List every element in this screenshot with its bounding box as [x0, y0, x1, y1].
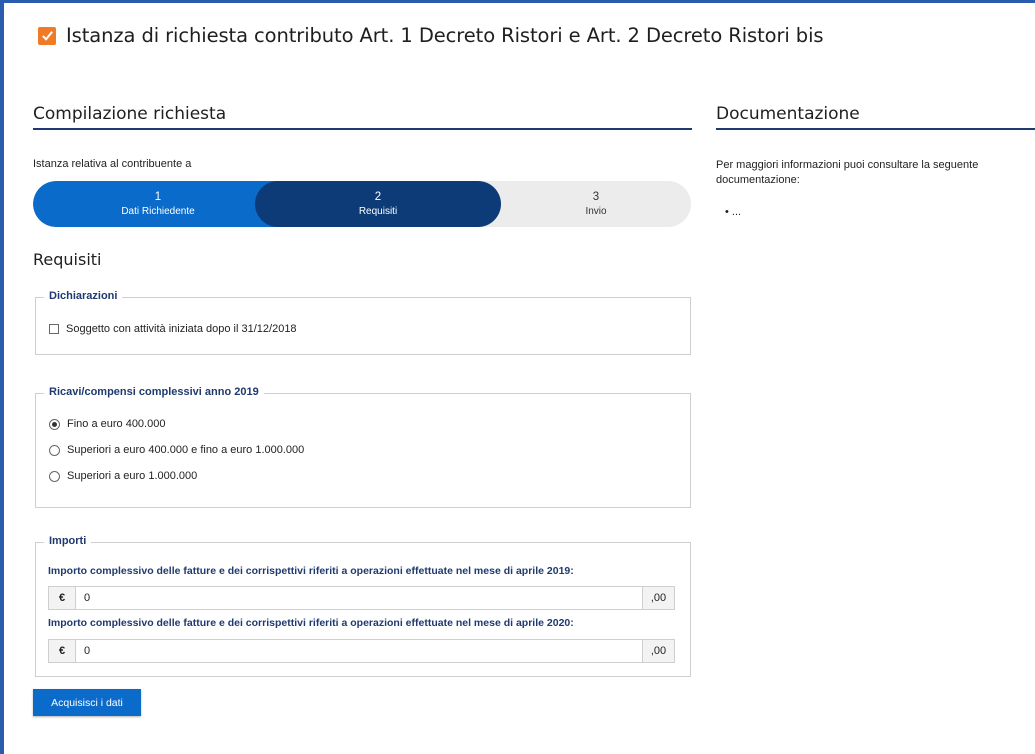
documentazione-text: Per maggiori informazioni puoi consultar… [716, 159, 979, 186]
documentazione-divider [716, 128, 1035, 130]
bullet-icon: • [725, 206, 732, 218]
step-number: 2 [374, 191, 382, 203]
importi-fieldset: Importi Importo complessivo delle fattur… [35, 535, 691, 677]
step-dati-richiedente[interactable]: 1 Dati Richiedente [33, 181, 283, 227]
documentazione-list-item[interactable]: • ... [725, 206, 741, 218]
importo-2020-input[interactable] [76, 640, 642, 662]
page-header: Istanza di richiesta contributo Art. 1 D… [38, 24, 824, 47]
ricavi-fieldset: Ricavi/compensi complessivi anno 2019 Fi… [35, 386, 691, 508]
dichiarazioni-fieldset: Dichiarazioni Soggetto con attività iniz… [35, 290, 691, 355]
checkbox-checked-icon [38, 26, 56, 45]
step-invio[interactable]: 3 Invio [501, 181, 691, 227]
acquisisci-dati-button[interactable]: Acquisisci i dati [33, 689, 141, 716]
importo-2019-input[interactable] [76, 587, 642, 609]
documentazione-heading: Documentazione [716, 104, 860, 124]
progress-stepper: 1 Dati Richiedente 2 Requisiti 3 Invio [33, 181, 691, 227]
step-number: 1 [154, 191, 162, 203]
step-requisiti[interactable]: 2 Requisiti [255, 181, 501, 227]
radio-label: Fino a euro 400.000 [67, 418, 166, 430]
importo-2020-label: Importo complessivo delle fatture e dei … [48, 617, 574, 629]
radio-button[interactable] [49, 470, 60, 482]
radio-button-selected[interactable] [49, 418, 60, 430]
step-label: Invio [585, 206, 607, 217]
decimals-addon: ,00 [642, 587, 674, 609]
importo-2019-label: Importo complessivo delle fatture e dei … [48, 565, 574, 577]
importi-legend: Importi [44, 535, 92, 547]
radio-label: Superiori a euro 1.000.000 [67, 470, 198, 482]
radio-button[interactable] [49, 444, 60, 456]
step-label: Dati Richiedente [121, 206, 195, 217]
ricavi-option-oltre-1000000[interactable]: Superiori a euro 1.000.000 [49, 470, 197, 482]
ricavi-option-fino-400000[interactable]: Fino a euro 400.000 [49, 418, 165, 430]
documentazione-link[interactable]: ... [732, 206, 741, 218]
page-title: Istanza di richiesta contributo Art. 1 D… [66, 24, 824, 47]
checkbox-label: Soggetto con attività iniziata dopo il 3… [66, 323, 297, 335]
decimals-addon: ,00 [642, 640, 674, 662]
ricavi-legend: Ricavi/compensi complessivi anno 2019 [44, 386, 264, 398]
requisiti-heading: Requisiti [33, 250, 102, 269]
euro-addon: € [49, 640, 76, 662]
importo-2019-input-group: € ,00 [48, 586, 675, 610]
compilazione-heading: Compilazione richiesta [33, 104, 227, 124]
attivita-iniziata-option[interactable]: Soggetto con attività iniziata dopo il 3… [49, 323, 297, 335]
euro-addon: € [49, 587, 76, 609]
ricavi-option-400000-1000000[interactable]: Superiori a euro 400.000 e fino a euro 1… [49, 444, 304, 456]
contributor-text: Istanza relativa al contribuente a [33, 158, 192, 170]
step-label: Requisiti [358, 206, 398, 217]
compilazione-divider [33, 128, 692, 130]
attivita-iniziata-checkbox[interactable] [49, 324, 59, 334]
importo-2020-input-group: € ,00 [48, 639, 675, 663]
step-number: 3 [592, 191, 600, 203]
dichiarazioni-legend: Dichiarazioni [44, 290, 123, 302]
radio-dot-icon [52, 421, 57, 427]
radio-label: Superiori a euro 400.000 e fino a euro 1… [67, 444, 305, 456]
